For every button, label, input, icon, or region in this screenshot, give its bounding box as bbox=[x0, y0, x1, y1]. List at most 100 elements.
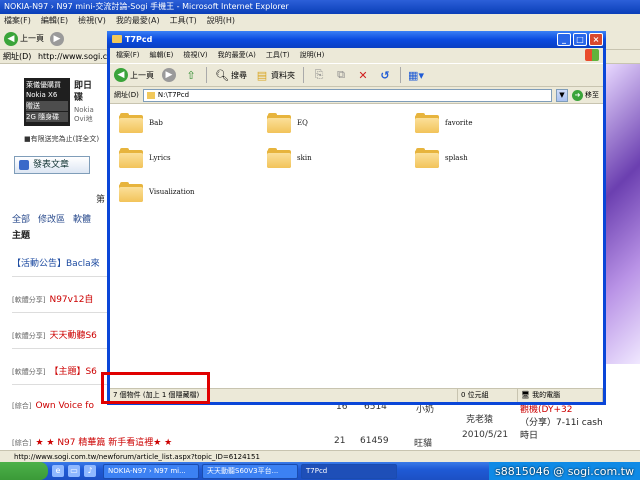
ie-menu-tools[interactable]: 工具(T) bbox=[170, 14, 197, 28]
menu-edit[interactable]: 編輯(E) bbox=[150, 48, 174, 63]
minimize-button[interactable]: _ bbox=[557, 33, 571, 46]
ie-launch-icon[interactable]: e bbox=[52, 465, 64, 477]
pager: 第 bbox=[96, 195, 106, 205]
folder-item[interactable]: skin bbox=[267, 148, 312, 168]
views-icon[interactable]: ▦▾ bbox=[408, 68, 424, 82]
forward-arrow-icon[interactable]: ▶ bbox=[50, 31, 64, 46]
right-ad-item[interactable]: 時日 bbox=[520, 430, 630, 443]
ie-menu-view[interactable]: 檢視(V) bbox=[78, 14, 106, 28]
folder-item[interactable]: EQ bbox=[267, 113, 308, 133]
folder-item[interactable]: Visualization bbox=[119, 182, 195, 202]
folder-icon bbox=[415, 113, 439, 133]
right-ad-item[interactable]: （分享）7-11i cash bbox=[520, 417, 630, 430]
row-divider bbox=[12, 348, 107, 349]
back-button[interactable]: ◀ 上一頁 bbox=[114, 68, 154, 82]
table-row[interactable]: [綜合] ★ ★ N97 精華篇 新手看這裡★ ★ bbox=[12, 435, 172, 448]
address-dropdown-icon[interactable]: ▼ bbox=[556, 88, 568, 102]
decorative-banner bbox=[606, 64, 640, 364]
up-folder-icon[interactable]: ⇧ bbox=[184, 68, 198, 82]
highlight-annotation bbox=[101, 372, 210, 404]
table-row[interactable]: 【活動公告】Bacla來 bbox=[12, 256, 100, 269]
maximize-button[interactable]: □ bbox=[573, 33, 587, 46]
undo-icon[interactable]: ↺ bbox=[378, 68, 392, 82]
row-author[interactable]: 旺貓 bbox=[414, 436, 432, 449]
address-label: 網址(D) bbox=[114, 91, 139, 99]
search-icon: 🔍︎ bbox=[215, 68, 229, 82]
explorer-address-bar: 網址(D) N:\T7Pcd ▼ ➜ 移至 bbox=[110, 87, 603, 104]
delete-icon[interactable]: ✕ bbox=[356, 68, 370, 82]
promo-subtext: Nokia Ovi地 bbox=[74, 106, 94, 123]
explorer-window: T7Pcd _ □ × 檔案(F) 編輯(E) 檢視(V) 我的最愛(A) 工具… bbox=[107, 31, 606, 405]
folder-icon bbox=[267, 113, 291, 133]
row-divider bbox=[12, 276, 107, 277]
move-to-icon[interactable]: ⎘ bbox=[312, 68, 326, 82]
ie-menu-favorites[interactable]: 我的最愛(A) bbox=[116, 14, 160, 28]
row-last-reply-date: 2010/5/21 bbox=[462, 430, 509, 440]
ie-menu-edit[interactable]: 編輯(E) bbox=[41, 14, 68, 28]
right-ad-item[interactable]: 觀機(DY+32 bbox=[520, 404, 630, 417]
column-head-topic: 主題 bbox=[12, 231, 31, 241]
copy-to-icon[interactable]: ⧉ bbox=[334, 68, 348, 82]
folder-item[interactable]: splash bbox=[415, 148, 468, 168]
ie-back-button[interactable]: ◀ 上一頁 bbox=[4, 31, 44, 46]
ie-address-label: 網址(D) bbox=[3, 52, 32, 61]
tab-software[interactable]: 軟體 bbox=[73, 212, 91, 225]
table-row[interactable]: [軟體分享] 【主題】S6 bbox=[12, 364, 97, 377]
taskbar-item-forum[interactable]: 天天動聽S60V3平台... bbox=[202, 463, 298, 479]
go-button[interactable]: ➜ 移至 bbox=[572, 89, 599, 101]
folder-icon bbox=[267, 148, 291, 168]
folder-item[interactable]: Lyrics bbox=[119, 148, 171, 168]
row-replies: 21 bbox=[334, 436, 346, 446]
system-tray: s8815046 @ sogi.com.tw bbox=[488, 462, 640, 480]
folders-button[interactable]: ▤ 資料夾 bbox=[255, 68, 295, 82]
table-row[interactable]: [軟體分享] N97v12自 bbox=[12, 292, 93, 305]
start-button[interactable] bbox=[0, 462, 48, 480]
row-views: 61459 bbox=[360, 436, 389, 446]
folder-item[interactable]: Bab bbox=[119, 113, 163, 133]
folder-icon bbox=[112, 35, 122, 43]
status-size: 0 位元組 bbox=[458, 389, 518, 402]
menu-tools[interactable]: 工具(T) bbox=[266, 48, 290, 63]
table-row[interactable]: [軟體分享] 天天動聽S6 bbox=[12, 328, 97, 341]
status-location: 🖥︎ 我的電腦 bbox=[518, 389, 603, 402]
table-row[interactable]: [綜合] Own Voice fo bbox=[12, 401, 94, 411]
folder-icon bbox=[119, 182, 143, 202]
address-input[interactable]: N:\T7Pcd bbox=[142, 88, 552, 102]
ie-menu-bar: 檔案(F) 編輯(E) 檢視(V) 我的最愛(A) 工具(T) 說明(H) bbox=[0, 14, 640, 28]
windows-logo-icon bbox=[585, 49, 599, 61]
search-button[interactable]: 🔍︎ 搜尋 bbox=[215, 68, 247, 82]
menu-file[interactable]: 檔案(F) bbox=[116, 48, 140, 63]
tab-modify[interactable]: 修改區 bbox=[38, 212, 65, 225]
ie-menu-file[interactable]: 檔案(F) bbox=[4, 14, 31, 28]
row-divider bbox=[12, 384, 107, 385]
folders-icon: ▤ bbox=[256, 68, 268, 82]
menu-help[interactable]: 說明(H) bbox=[300, 48, 325, 63]
taskbar-item-explorer[interactable]: T7Pcd bbox=[301, 463, 397, 479]
ie-status-bar: http://www.sogi.com.tw/newforum/article_… bbox=[0, 450, 640, 462]
forward-arrow-icon[interactable]: ▶ bbox=[162, 68, 176, 82]
back-arrow-icon: ◀ bbox=[4, 31, 18, 46]
forum-tabs: 全部 修改區 軟體 bbox=[12, 212, 91, 225]
menu-view[interactable]: 檢視(V) bbox=[183, 48, 207, 63]
promo-banner[interactable]: 萊儀優購買 Nokia X6 贈送 2G 隨身碟 bbox=[24, 78, 70, 126]
explorer-title-bar[interactable]: T7Pcd _ □ × bbox=[107, 31, 606, 48]
tab-all[interactable]: 全部 bbox=[12, 212, 30, 225]
taskbar-item-ie[interactable]: NOKIA-N97 › N97 mi... bbox=[103, 463, 199, 479]
quick-launch: e ▭ ♪ bbox=[48, 465, 100, 477]
toolbar-separator bbox=[400, 67, 401, 83]
desktop-launch-icon[interactable]: ▭ bbox=[68, 465, 80, 477]
row-divider bbox=[12, 312, 107, 313]
promo-note[interactable]: ■有限送完為止(詳全文) bbox=[24, 134, 99, 144]
row-last-reply[interactable]: 克老猿 bbox=[466, 412, 493, 425]
back-arrow-icon: ◀ bbox=[114, 68, 128, 82]
toolbar-separator bbox=[303, 67, 304, 83]
folder-item[interactable]: favorite bbox=[415, 113, 472, 133]
close-button[interactable]: × bbox=[589, 33, 603, 46]
menu-favorites[interactable]: 我的最愛(A) bbox=[218, 48, 256, 63]
media-launch-icon[interactable]: ♪ bbox=[84, 465, 96, 477]
ie-menu-help[interactable]: 說明(H) bbox=[207, 14, 235, 28]
watermark: s8815046 @ sogi.com.tw bbox=[494, 464, 634, 478]
promo-headline: 即日 碟 bbox=[74, 81, 93, 103]
ie-title-bar: NOKIA-N97 › N97 mini-交流討論-Sogi 手機王 - Mic… bbox=[0, 0, 640, 14]
post-article-button[interactable]: 發表文章 bbox=[14, 156, 90, 174]
